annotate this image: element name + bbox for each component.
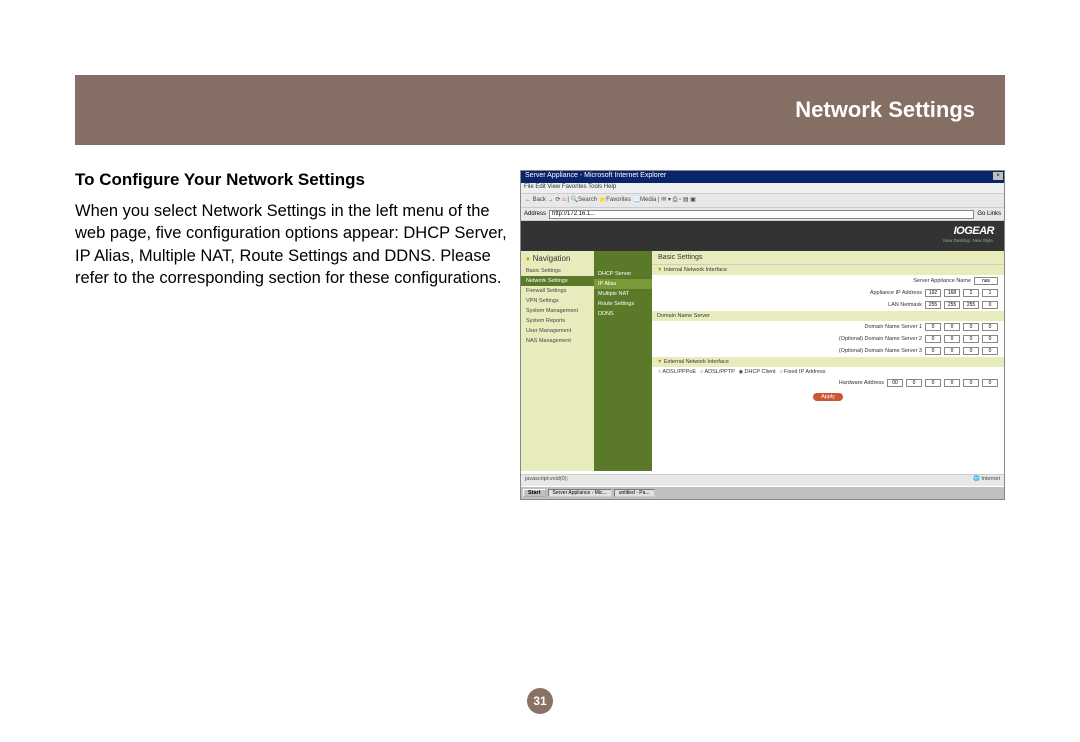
windows-taskbar: Start Server Appliance - Mic... untitled… [521,486,1004,499]
window-titlebar: Server Appliance - Microsoft Internet Ex… [521,171,1004,183]
network-submenu: DHCP Server IP Alias Multiple NAT Route … [594,251,652,471]
dns2-2[interactable] [944,335,960,343]
appliance-name-row: Server Appliance Name [652,275,1004,287]
dns1-3[interactable] [963,323,979,331]
dns1-label: Domain Name Server 1 [865,324,922,330]
dns2-label: (Optional) Domain Name Server 2 [839,336,922,342]
dns3-label: (Optional) Domain Name Server 3 [839,348,922,354]
lan-netmask-label: LAN Netmask [888,302,922,308]
ip-octet-2[interactable] [944,289,960,297]
browser-statusbar: javascript:void(0); 🌐 Internet [521,474,1004,486]
lan-netmask-row: LAN Netmask [652,299,1004,311]
submenu-ip-alias[interactable]: IP Alias [594,279,652,289]
dns1-1[interactable] [925,323,941,331]
dns3-4[interactable] [982,347,998,355]
dns3-3[interactable] [963,347,979,355]
ip-octet-3[interactable] [963,289,979,297]
apply-button[interactable]: Apply [813,393,843,401]
header-band: Network Settings [75,75,1005,145]
menu-bar[interactable]: File Edit View Favorites Tools Help [521,183,1004,194]
appliance-name-input[interactable] [974,277,998,285]
taskbar-item-browser[interactable]: Server Appliance - Mic... [548,489,612,497]
go-links[interactable]: Go Links [977,211,1001,217]
nav-basic-settings[interactable]: Basic Settings [521,266,594,276]
submenu-ddns[interactable]: DDNS [594,309,652,319]
hardware-address-row: Hardware Address [652,377,1004,389]
section-body: When you select Network Settings in the … [75,200,510,289]
dns-header: Domain Name Server [652,311,1004,321]
status-left: javascript:void(0); [525,476,568,485]
netmask-2[interactable] [944,301,960,309]
address-input[interactable] [549,210,974,219]
text-column: To Configure Your Network Settings When … [75,170,520,500]
netmask-3[interactable] [963,301,979,309]
content-area: To Configure Your Network Settings When … [75,170,1005,500]
hw-4[interactable] [944,379,960,387]
address-bar: Address Go Links [521,208,1004,221]
section-heading: To Configure Your Network Settings [75,170,510,190]
start-button[interactable]: Start [523,489,546,497]
side-nav: Navigation Basic Settings Network Settin… [521,251,594,471]
taskbar-item-paint[interactable]: untitled - Pa... [614,489,655,497]
address-label: Address [524,211,546,217]
dns1-4[interactable] [982,323,998,331]
appliance-ip-label: Appliance IP Address [870,290,922,296]
page-title: Network Settings [795,97,975,123]
dns2-1[interactable] [925,335,941,343]
netmask-1[interactable] [925,301,941,309]
status-right: 🌐 Internet [973,476,1000,485]
internal-interface-header: Internal Network Interface [652,265,1004,275]
radio-dhcp-client[interactable]: DHCP Client [739,369,776,375]
embedded-screenshot: Server Appliance - Microsoft Internet Ex… [520,170,1005,500]
appliance-name-label: Server Appliance Name [913,278,971,284]
hw-label: Hardware Address [839,380,884,386]
panel-tab-basic[interactable]: Basic Settings [652,251,1004,265]
hw-1[interactable] [887,379,903,387]
external-interface-header: External Network Interface [652,357,1004,367]
close-icon[interactable]: × [993,172,1003,180]
hw-3[interactable] [925,379,941,387]
radio-adsl-pppoe[interactable]: ADSL/PPPoE [658,369,696,375]
page-number: 31 [527,688,553,714]
submenu-multiple-nat[interactable]: Multiple NAT [594,289,652,299]
nav-firewall-settings[interactable]: Firewall Settings [521,286,594,296]
submenu-dhcp[interactable]: DHCP Server [594,269,652,279]
nav-system-management[interactable]: System Management [521,306,594,316]
nav-vpn-settings[interactable]: VPN Settings [521,296,594,306]
dns2-3[interactable] [963,335,979,343]
window-title-text: Server Appliance - Microsoft Internet Ex… [525,172,666,179]
brand-tagline: New Desktop. New Style. [943,238,994,243]
dns3-row: (Optional) Domain Name Server 3 [652,345,1004,357]
radio-fixed-ip[interactable]: Fixed IP Address [780,369,826,375]
nav-nas-management[interactable]: NAS Management [521,336,594,346]
dns1-row: Domain Name Server 1 [652,321,1004,333]
dns2-4[interactable] [982,335,998,343]
radio-adsl-pptp[interactable]: ADSL/PPTP [700,369,735,375]
hw-6[interactable] [982,379,998,387]
brand-logo: IOGEAR [954,225,994,237]
dns3-1[interactable] [925,347,941,355]
nav-network-settings[interactable]: Network Settings [521,276,594,286]
dns1-2[interactable] [944,323,960,331]
hw-2[interactable] [906,379,922,387]
appliance-ip-row: Appliance IP Address [652,287,1004,299]
brand-band: IOGEAR New Desktop. New Style. [521,221,1004,251]
netmask-4[interactable] [982,301,998,309]
browser-toolbar[interactable]: ← Back → ⟳ ⌂ | 🔍Search ⭐Favorites 📃Media… [521,194,1004,208]
hw-5[interactable] [963,379,979,387]
ip-octet-1[interactable] [925,289,941,297]
nav-header: Navigation [521,251,594,266]
nav-system-reports[interactable]: System Reports [521,316,594,326]
main-panel: Basic Settings Internal Network Interfac… [652,251,1004,471]
nav-user-management[interactable]: User Management [521,326,594,336]
ip-octet-4[interactable] [982,289,998,297]
dns2-row: (Optional) Domain Name Server 2 [652,333,1004,345]
connection-type-row: ADSL/PPPoE ADSL/PPTP DHCP Client Fixed I… [652,367,1004,377]
submenu-route-settings[interactable]: Route Settings [594,299,652,309]
dns3-2[interactable] [944,347,960,355]
app-body: Navigation Basic Settings Network Settin… [521,251,1004,471]
